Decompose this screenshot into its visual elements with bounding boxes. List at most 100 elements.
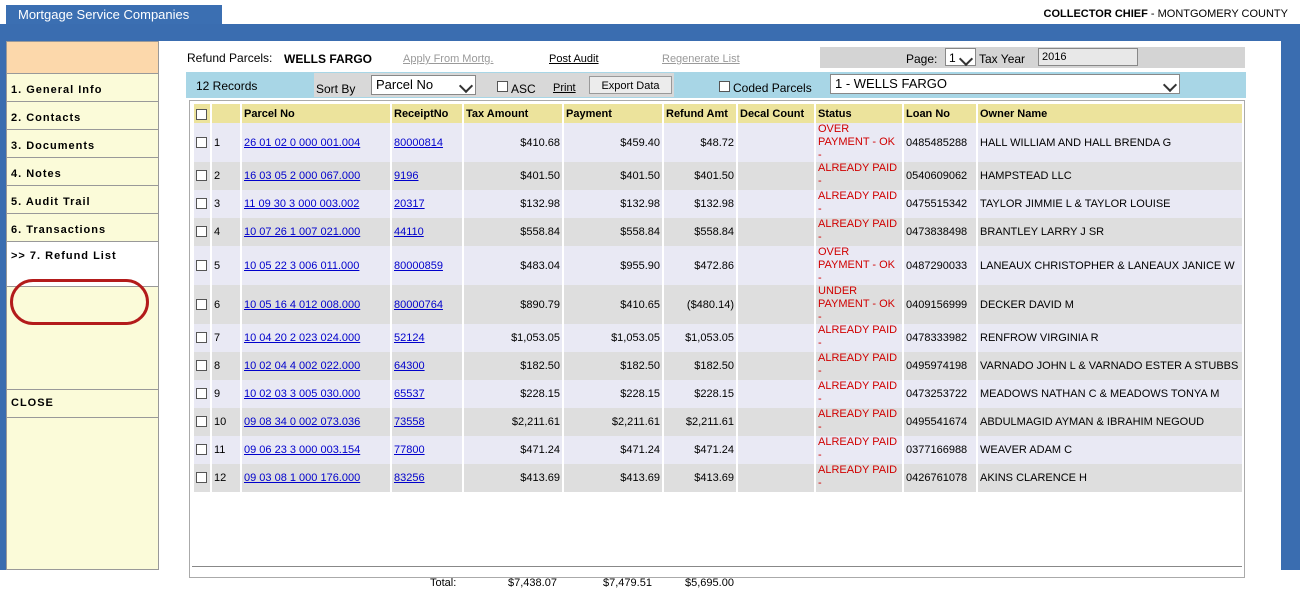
receipt-link[interactable]: 80000814 [394, 137, 443, 149]
receipt-link[interactable]: 80000859 [394, 260, 443, 272]
row-checkbox[interactable] [196, 226, 207, 237]
table-row[interactable]: 8 10 02 04 4 002 022.000 64300 $182.50 $182.… [194, 352, 1242, 380]
sort-value: Parcel No [376, 77, 434, 92]
parcel-link[interactable]: 10 02 04 4 002 022.000 [244, 360, 360, 372]
owner-name: DECKER DAVID M [978, 285, 1242, 324]
export-data-button[interactable]: Export Data [589, 76, 672, 94]
status-text: OVER PAYMENT - OK - [816, 246, 902, 285]
col-header-tax-amount[interactable]: Tax Amount [464, 104, 562, 123]
receipt-link[interactable]: 65537 [394, 388, 425, 400]
row-checkbox[interactable] [196, 360, 207, 371]
totals-label: Total: [430, 577, 457, 589]
table-row[interactable]: 10 09 08 34 0 002 073.036 73558 $2,211.61 $2… [194, 408, 1242, 436]
row-checkbox[interactable] [196, 472, 207, 483]
sidebar-item-audit-trail[interactable]: 5. Audit Trail [7, 186, 158, 214]
row-number: 3 [212, 190, 240, 218]
col-header-refund-amt[interactable]: Refund Amt [664, 104, 736, 123]
parcel-link[interactable]: 09 03 08 1 000 176.000 [244, 472, 360, 484]
loan-no: 0540609062 [904, 162, 976, 190]
tax-amount: $890.79 [464, 285, 562, 324]
row-checkbox[interactable] [196, 416, 207, 427]
sort-select[interactable]: Parcel No [371, 75, 476, 95]
decal-count [738, 218, 814, 246]
receipt-link[interactable]: 52124 [394, 332, 425, 344]
sidebar-item-general-info[interactable]: 1. General Info [7, 74, 158, 102]
parcel-link[interactable]: 11 09 30 3 000 003.002 [244, 198, 359, 210]
sidebar-item-documents[interactable]: 3. Documents [7, 130, 158, 158]
row-checkbox[interactable] [196, 444, 207, 455]
receipt-link[interactable]: 83256 [394, 472, 425, 484]
page-select[interactable]: 1 [945, 48, 976, 67]
total-tax: $7,438.07 [508, 577, 557, 589]
totals-divider [192, 566, 1242, 567]
table-row[interactable]: 4 10 07 26 1 007 021.000 44110 $558.84 $558.… [194, 218, 1242, 246]
print-link[interactable]: Print [553, 82, 576, 94]
table-row[interactable]: 6 10 05 16 4 012 008.000 80000764 $890.79 $4… [194, 285, 1242, 324]
table-body: 1 26 01 02 0 000 001.004 80000814 $410.68 $4… [194, 123, 1242, 492]
row-number: 5 [212, 246, 240, 285]
parcel-link[interactable]: 10 05 16 4 012 008.000 [244, 299, 360, 311]
app-tab[interactable]: Mortgage Service Companies [6, 5, 222, 24]
col-header-parcel-no[interactable]: Parcel No [242, 104, 390, 123]
apply-from-mortg-link[interactable]: Apply From Mortg. [403, 53, 493, 65]
parcel-link[interactable]: 26 01 02 0 000 001.004 [244, 137, 360, 149]
tax-amount: $558.84 [464, 218, 562, 246]
row-checkbox[interactable] [196, 170, 207, 181]
receipt-link[interactable]: 73558 [394, 416, 425, 428]
row-select-cell [194, 123, 210, 162]
row-checkbox[interactable] [196, 332, 207, 343]
asc-checkbox[interactable] [497, 81, 508, 92]
regenerate-list-link[interactable]: Regenerate List [662, 53, 740, 65]
coded-parcels-checkbox[interactable] [719, 81, 730, 92]
select-all-checkbox[interactable] [196, 108, 207, 120]
owner-name: HAMPSTEAD LLC [978, 162, 1242, 190]
owner-name: VARNADO JOHN L & VARNADO ESTER A STUBBS [978, 352, 1242, 380]
bank-select[interactable]: 1 - WELLS FARGO [830, 74, 1180, 94]
parcel-link[interactable]: 09 06 23 3 000 003.154 [244, 444, 360, 456]
tax-amount: $132.98 [464, 190, 562, 218]
status-text: ALREADY PAID - [816, 408, 902, 436]
parcel-link[interactable]: 09 08 34 0 002 073.036 [244, 416, 360, 428]
table-row[interactable]: 11 09 06 23 3 000 003.154 77800 $471.24 $471… [194, 436, 1242, 464]
receipt-link[interactable]: 64300 [394, 360, 425, 372]
receipt-link[interactable]: 77800 [394, 444, 425, 456]
col-header-owner-name[interactable]: Owner Name [978, 104, 1242, 123]
table-row[interactable]: 9 10 02 03 3 005 030.000 65537 $228.15 $228.… [194, 380, 1242, 408]
row-checkbox[interactable] [196, 298, 207, 310]
row-checkbox[interactable] [196, 136, 207, 148]
receipt-link[interactable]: 80000764 [394, 299, 443, 311]
parcel-link[interactable]: 10 04 20 2 023 024.000 [244, 332, 360, 344]
table-row[interactable]: 7 10 04 20 2 023 024.000 52124 $1,053.05 $1,… [194, 324, 1242, 352]
col-header-decal-count[interactable]: Decal Count [738, 104, 814, 123]
post-audit-link[interactable]: Post Audit [549, 53, 599, 65]
col-header-payment[interactable]: Payment [564, 104, 662, 123]
col-header-receipt-no[interactable]: ReceiptNo [392, 104, 462, 123]
parcel-link[interactable]: 10 07 26 1 007 021.000 [244, 226, 360, 238]
status-text: ALREADY PAID - [816, 436, 902, 464]
sidebar-item-contacts[interactable]: 2. Contacts [7, 102, 158, 130]
sidebar-item-transactions[interactable]: 6. Transactions [7, 214, 158, 242]
parcel-link[interactable]: 10 02 03 3 005 030.000 [244, 388, 360, 400]
receipt-link[interactable]: 20317 [394, 198, 425, 210]
table-row[interactable]: 2 16 03 05 2 000 067.000 9196 $401.50 $401.5… [194, 162, 1242, 190]
table-row[interactable]: 12 09 03 08 1 000 176.000 83256 $413.69 $413… [194, 464, 1242, 492]
col-header-status[interactable]: Status [816, 104, 902, 123]
row-checkbox[interactable] [196, 259, 207, 271]
receipt-cell: 44110 [392, 218, 462, 246]
sidebar-item-notes[interactable]: 4. Notes [7, 158, 158, 186]
row-select-cell [194, 436, 210, 464]
table-row[interactable]: 1 26 01 02 0 000 001.004 80000814 $410.68 $4… [194, 123, 1242, 162]
tax-year-field[interactable]: 2016 [1038, 48, 1138, 66]
loan-no: 0478333982 [904, 324, 976, 352]
row-checkbox[interactable] [196, 388, 207, 399]
parcel-link[interactable]: 16 03 05 2 000 067.000 [244, 170, 360, 182]
table-row[interactable]: 3 11 09 30 3 000 003.002 20317 $132.98 $132.… [194, 190, 1242, 218]
table-row[interactable]: 5 10 05 22 3 006 011.000 80000859 $483.04 $9… [194, 246, 1242, 285]
row-checkbox[interactable] [196, 198, 207, 209]
col-header-loan-no[interactable]: Loan No [904, 104, 976, 123]
receipt-link[interactable]: 9196 [394, 170, 418, 182]
parcel-link[interactable]: 10 05 22 3 006 011.000 [244, 260, 359, 272]
receipt-link[interactable]: 44110 [394, 226, 424, 238]
loan-no: 0426761078 [904, 464, 976, 492]
close-button[interactable]: CLOSE [7, 390, 158, 418]
